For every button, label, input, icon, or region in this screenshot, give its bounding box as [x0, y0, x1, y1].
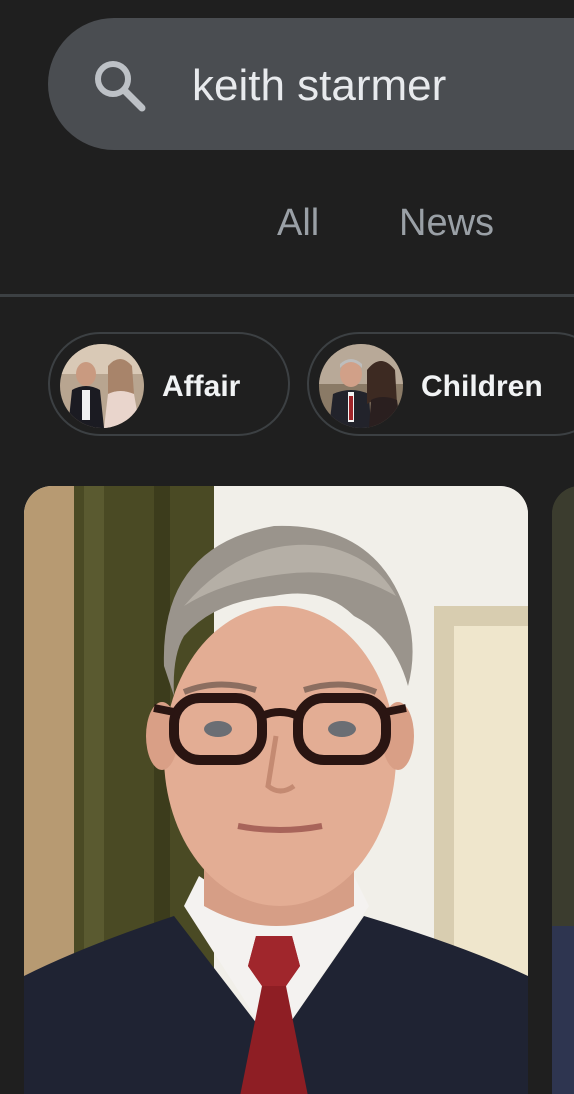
chip-affair[interactable]: Affair	[48, 332, 290, 436]
tab-news[interactable]: News	[399, 198, 494, 248]
tabs-divider	[0, 294, 574, 297]
chip-affair-label: Affair	[162, 370, 241, 403]
next-image-preview	[552, 486, 574, 1094]
chip-children[interactable]: Children	[307, 332, 574, 436]
image-result-card-next[interactable]	[552, 486, 574, 1094]
search-icon[interactable]	[90, 56, 148, 114]
children-thumbnail	[319, 344, 403, 428]
image-result-card[interactable]	[24, 486, 528, 1094]
chip-children-label: Children	[421, 370, 543, 403]
image-search-page: All News Affair	[0, 0, 574, 1094]
affair-thumbnail	[60, 344, 144, 428]
portrait-image	[24, 486, 528, 1094]
tab-all[interactable]: All	[277, 198, 319, 248]
search-input[interactable]	[192, 56, 572, 116]
